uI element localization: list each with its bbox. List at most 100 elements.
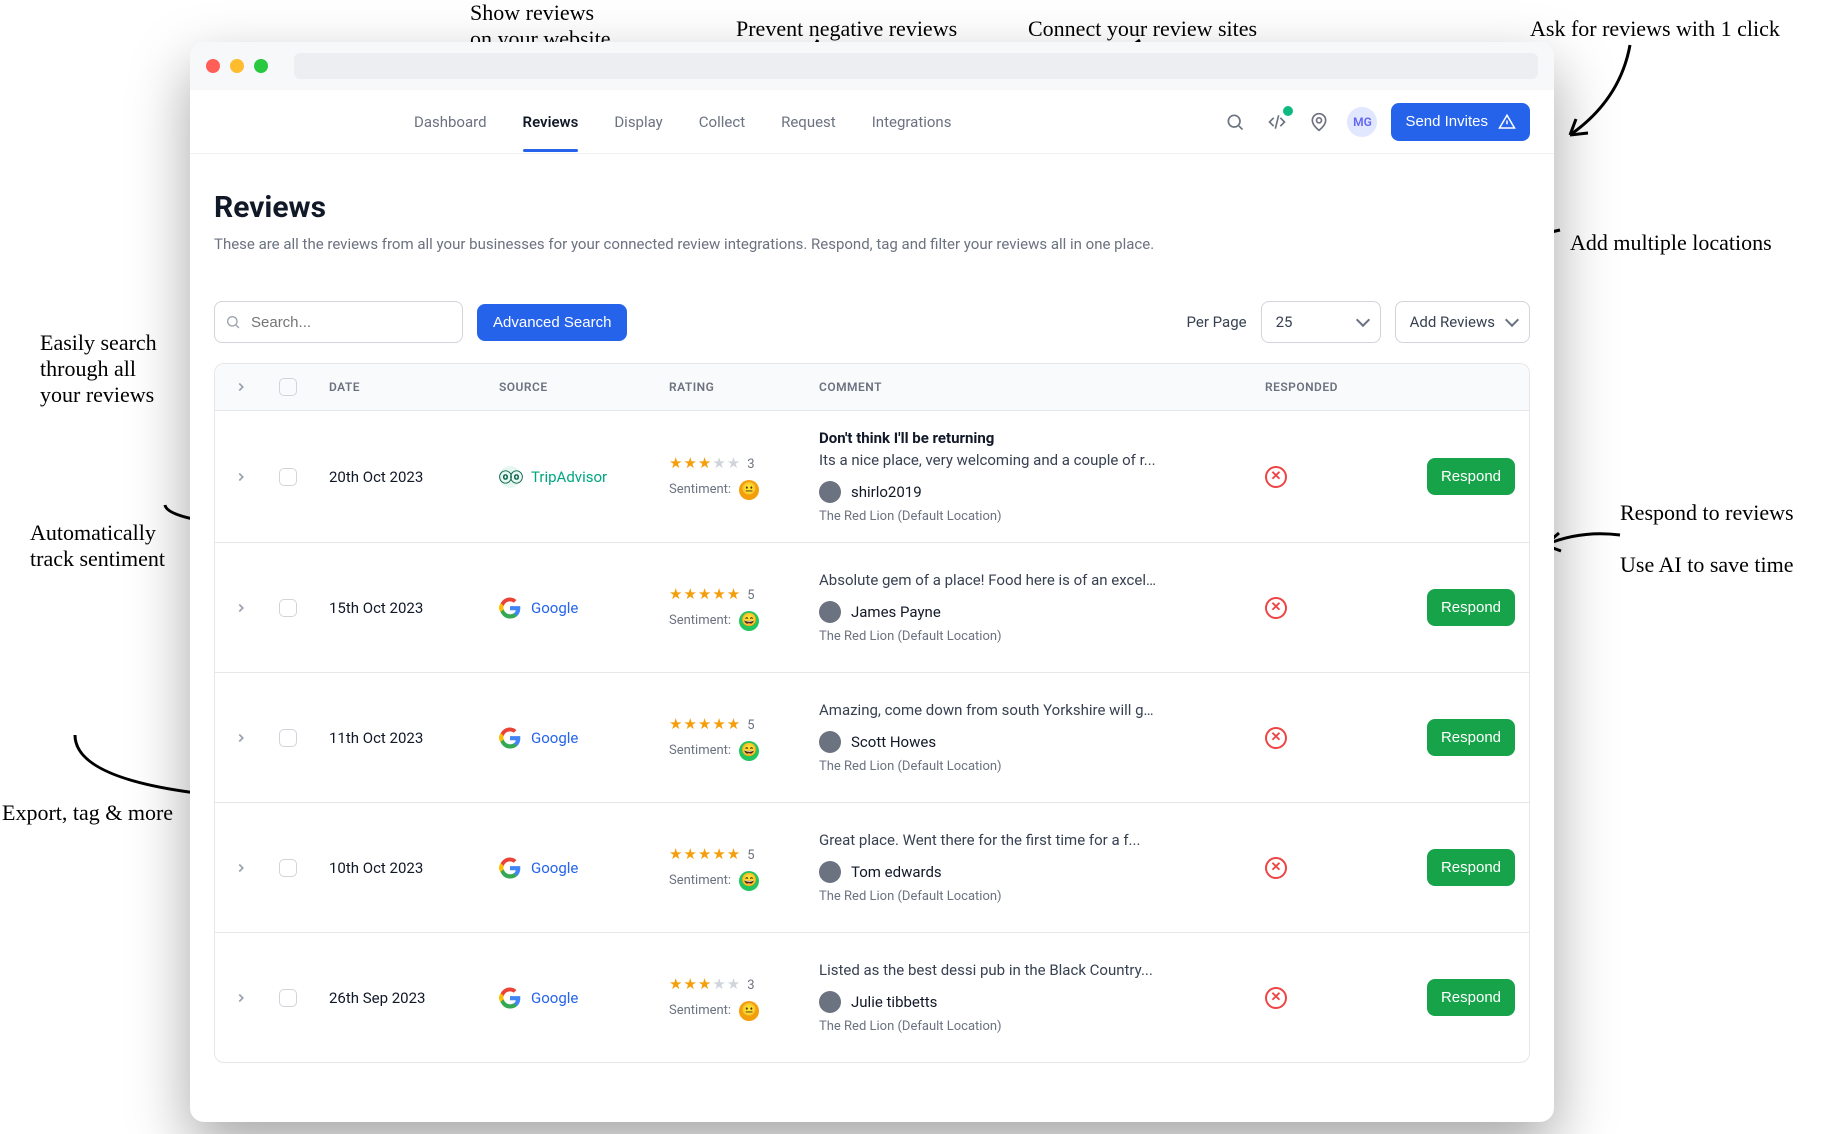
th-source: SOURCE: [499, 380, 669, 394]
row-rating: ★★★★★5Sentiment: 😄: [669, 845, 819, 891]
row-comment: Absolute gem of a place! Food here is of…: [819, 571, 1265, 644]
row-rating: ★★★★★3Sentiment: 😐: [669, 975, 819, 1021]
row-responded: ✕: [1265, 597, 1395, 619]
nav-tab-reviews[interactable]: Reviews: [523, 93, 579, 151]
send-invites-button[interactable]: Send Invites: [1391, 103, 1530, 141]
avatar-icon: [819, 601, 841, 623]
code-icon[interactable]: [1263, 108, 1291, 136]
table-row: 15th Oct 2023Google★★★★★5Sentiment: 😄Abs…: [215, 542, 1529, 672]
row-checkbox[interactable]: [279, 729, 297, 747]
row-responded: ✕: [1265, 857, 1395, 879]
row-rating: ★★★★★5Sentiment: 😄: [669, 585, 819, 631]
row-date: 26th Sep 2023: [329, 989, 499, 1007]
row-source[interactable]: Google: [499, 857, 669, 879]
row-sentiment: Sentiment: 😐: [669, 1001, 819, 1021]
nav-tab-collect[interactable]: Collect: [699, 93, 745, 151]
nav-tab-integrations[interactable]: Integrations: [872, 93, 952, 151]
toolbar: Advanced Search Per Page 25 Add Reviews: [214, 301, 1530, 343]
row-sentiment: Sentiment: 😐: [669, 480, 819, 500]
annotation-locations: Add multiple locations: [1570, 230, 1772, 256]
maximize-window-button[interactable]: [254, 59, 268, 73]
search-icon[interactable]: [1221, 108, 1249, 136]
row-comment: Listed as the best dessi pub in the Blac…: [819, 961, 1265, 1034]
nav-tab-request[interactable]: Request: [781, 93, 836, 151]
warning-icon: [1498, 113, 1516, 131]
per-page-value: 25: [1276, 313, 1293, 331]
respond-button[interactable]: Respond: [1427, 849, 1515, 886]
row-comment: Great place. Went there for the first ti…: [819, 831, 1265, 904]
row-source[interactable]: Google: [499, 597, 669, 619]
add-reviews-label: Add Reviews: [1410, 313, 1495, 331]
row-checkbox[interactable]: [279, 859, 297, 877]
row-responded: ✕: [1265, 727, 1395, 749]
url-bar[interactable]: [294, 53, 1538, 79]
per-page-label: Per Page: [1187, 313, 1247, 331]
respond-button[interactable]: Respond: [1427, 979, 1515, 1016]
app-window: Dashboard Reviews Display Collect Request Int…: [190, 42, 1554, 1122]
respond-button[interactable]: Respond: [1427, 719, 1515, 756]
row-date: 20th Oct 2023: [329, 468, 499, 486]
row-date: 10th Oct 2023: [329, 859, 499, 877]
avatar[interactable]: MG: [1347, 107, 1377, 137]
select-all-checkbox[interactable]: [279, 378, 297, 396]
row-checkbox[interactable]: [279, 989, 297, 1007]
avatar-icon: [819, 731, 841, 753]
row-source[interactable]: Google: [499, 727, 669, 749]
row-date: 15th Oct 2023: [329, 599, 499, 617]
respond-button[interactable]: Respond: [1427, 458, 1515, 495]
row-source[interactable]: ⓞⓞTripAdvisor: [499, 466, 669, 488]
annotation-search: Easily search through all your reviews: [40, 330, 157, 408]
th-date: DATE: [329, 380, 499, 394]
table-row: 26th Sep 2023Google★★★★★3Sentiment: 😐Lis…: [215, 932, 1529, 1062]
advanced-search-button[interactable]: Advanced Search: [477, 304, 627, 341]
table-row: 11th Oct 2023Google★★★★★5Sentiment: 😄Ama…: [215, 672, 1529, 802]
th-comment: COMMENT: [819, 380, 1265, 394]
th-rating: RATING: [669, 380, 819, 394]
not-responded-icon: ✕: [1265, 597, 1287, 619]
close-window-button[interactable]: [206, 59, 220, 73]
reviews-table: DATE SOURCE RATING COMMENT RESPONDED 20t…: [214, 363, 1530, 1063]
minimize-window-button[interactable]: [230, 59, 244, 73]
nav-tab-dashboard[interactable]: Dashboard: [414, 93, 487, 151]
table-header: DATE SOURCE RATING COMMENT RESPONDED: [215, 364, 1529, 410]
row-comment: Amazing, come down from south Yorkshire …: [819, 701, 1265, 774]
expand-row-toggle[interactable]: [229, 465, 253, 489]
row-responded: ✕: [1265, 466, 1395, 488]
per-page-select[interactable]: 25: [1261, 301, 1381, 343]
nav-tab-display[interactable]: Display: [614, 93, 662, 151]
page-title: Reviews: [214, 190, 1530, 225]
location-icon[interactable]: [1305, 108, 1333, 136]
avatar-icon: [819, 861, 841, 883]
window-controls: [206, 59, 268, 73]
notification-badge: [1283, 106, 1293, 116]
avatar-icon: [819, 481, 841, 503]
add-reviews-button[interactable]: Add Reviews: [1395, 301, 1530, 343]
expand-row-toggle[interactable]: [229, 726, 253, 750]
row-checkbox[interactable]: [279, 468, 297, 486]
table-row: 20th Oct 2023ⓞⓞTripAdvisor★★★★★3Sentimen…: [215, 410, 1529, 542]
send-invites-label: Send Invites: [1405, 113, 1488, 130]
not-responded-icon: ✕: [1265, 727, 1287, 749]
avatar-icon: [819, 991, 841, 1013]
row-responded: ✕: [1265, 987, 1395, 1009]
row-source[interactable]: Google: [499, 987, 669, 1009]
annotation-sentiment: Automatically track sentiment: [30, 520, 165, 572]
expand-row-toggle[interactable]: [229, 596, 253, 620]
annotation-invites: Ask for reviews with 1 click: [1530, 16, 1780, 42]
expand-row-toggle[interactable]: [229, 856, 253, 880]
top-nav: Dashboard Reviews Display Collect Request Int…: [190, 90, 1554, 154]
search-input[interactable]: [214, 301, 463, 343]
expand-all-toggle[interactable]: [229, 375, 253, 399]
arrow-icon: [1560, 40, 1640, 150]
not-responded-icon: ✕: [1265, 987, 1287, 1009]
row-checkbox[interactable]: [279, 599, 297, 617]
row-rating: ★★★★★3Sentiment: 😐: [669, 454, 819, 500]
row-sentiment: Sentiment: 😄: [669, 741, 819, 761]
respond-button[interactable]: Respond: [1427, 589, 1515, 626]
table-row: 10th Oct 2023Google★★★★★5Sentiment: 😄Gre…: [215, 802, 1529, 932]
row-comment: Don't think I'll be returningIts a nice …: [819, 429, 1265, 524]
row-sentiment: Sentiment: 😄: [669, 611, 819, 631]
row-sentiment: Sentiment: 😄: [669, 871, 819, 891]
expand-row-toggle[interactable]: [229, 986, 253, 1010]
row-date: 11th Oct 2023: [329, 729, 499, 747]
